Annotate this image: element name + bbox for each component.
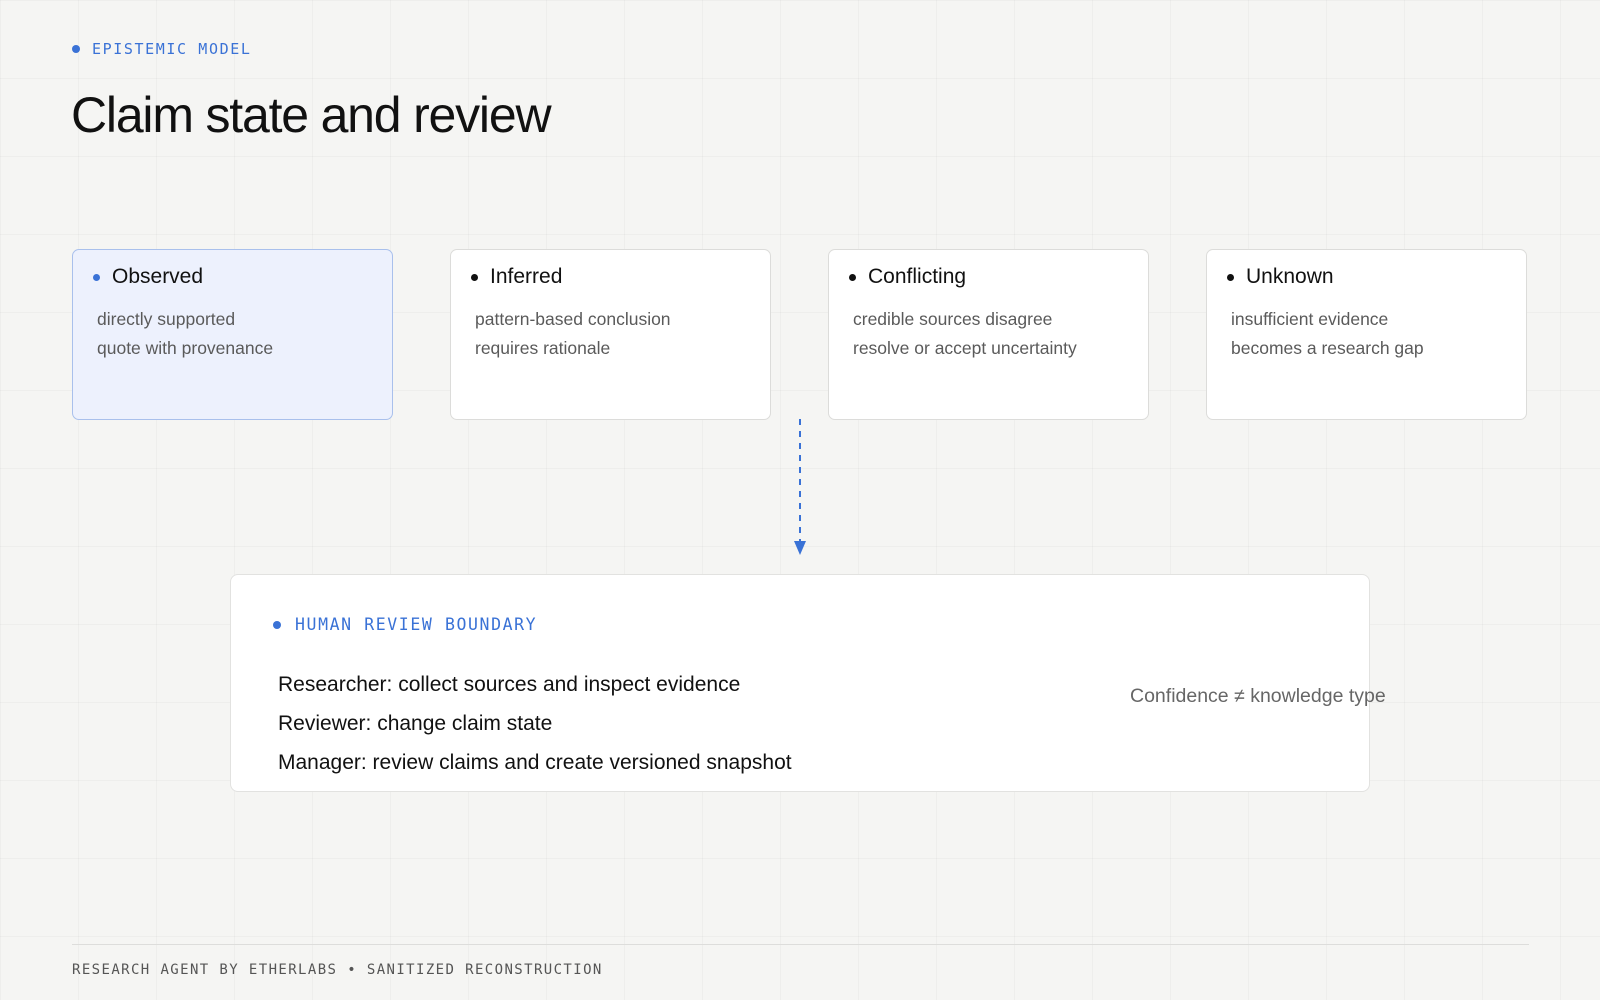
flow-arrow-head [794,541,806,555]
state-card-title: Observed [112,265,204,288]
state-card-line: resolve or accept uncertainty [853,338,1077,358]
state-card-observed: Observed directly supported quote with p… [72,249,393,420]
footer-divider [72,944,1529,945]
role-item-researcher: Researcher: collect sources and inspect … [278,673,741,696]
state-card-title: Conflicting [868,265,967,288]
state-card-line: becomes a research gap [1231,338,1424,358]
page-title: Claim state and review [71,87,552,143]
review-boundary-label: HUMAN REVIEW BOUNDARY [273,615,537,634]
bullet-dot-icon [93,273,100,281]
state-card-title: Inferred [490,265,563,288]
state-card-title: Unknown [1246,265,1334,288]
state-card-unknown: Unknown insufficient evidence becomes a … [1206,249,1527,420]
human-review-boundary: HUMAN REVIEW BOUNDARY Researcher: collec… [230,574,1370,792]
flow-arrow-icon [794,419,806,555]
state-card-line: quote with provenance [97,338,274,358]
bullet-dot-icon [849,273,856,281]
bullet-dot-icon [72,45,80,53]
state-card-line: credible sources disagree [853,309,1053,329]
state-card-conflicting: Conflicting credible sources disagree re… [828,249,1149,420]
section-eyebrow: EPISTEMIC MODEL [72,40,251,58]
state-card-line: directly supported [97,309,236,329]
bullet-dot-icon [273,620,281,629]
footer-text: RESEARCH AGENT BY ETHERLABS • SANITIZED … [72,962,603,978]
state-card-line: pattern-based conclusion [475,309,671,329]
review-roles-list: Researcher: collect sources and inspect … [278,665,792,782]
state-card-line: requires rationale [475,338,611,358]
state-card-inferred: Inferred pattern-based conclusion requir… [450,249,771,420]
review-boundary-title: HUMAN REVIEW BOUNDARY [295,615,538,634]
bullet-dot-icon [471,273,478,281]
state-card-line: insufficient evidence [1231,309,1389,329]
role-item-manager: Manager: review claims and create versio… [278,751,792,774]
bullet-dot-icon [1227,273,1234,281]
confidence-note: Confidence ≠ knowledge type [1130,685,1386,707]
role-item-reviewer: Reviewer: change claim state [278,712,553,735]
eyebrow-label: EPISTEMIC MODEL [92,40,252,58]
